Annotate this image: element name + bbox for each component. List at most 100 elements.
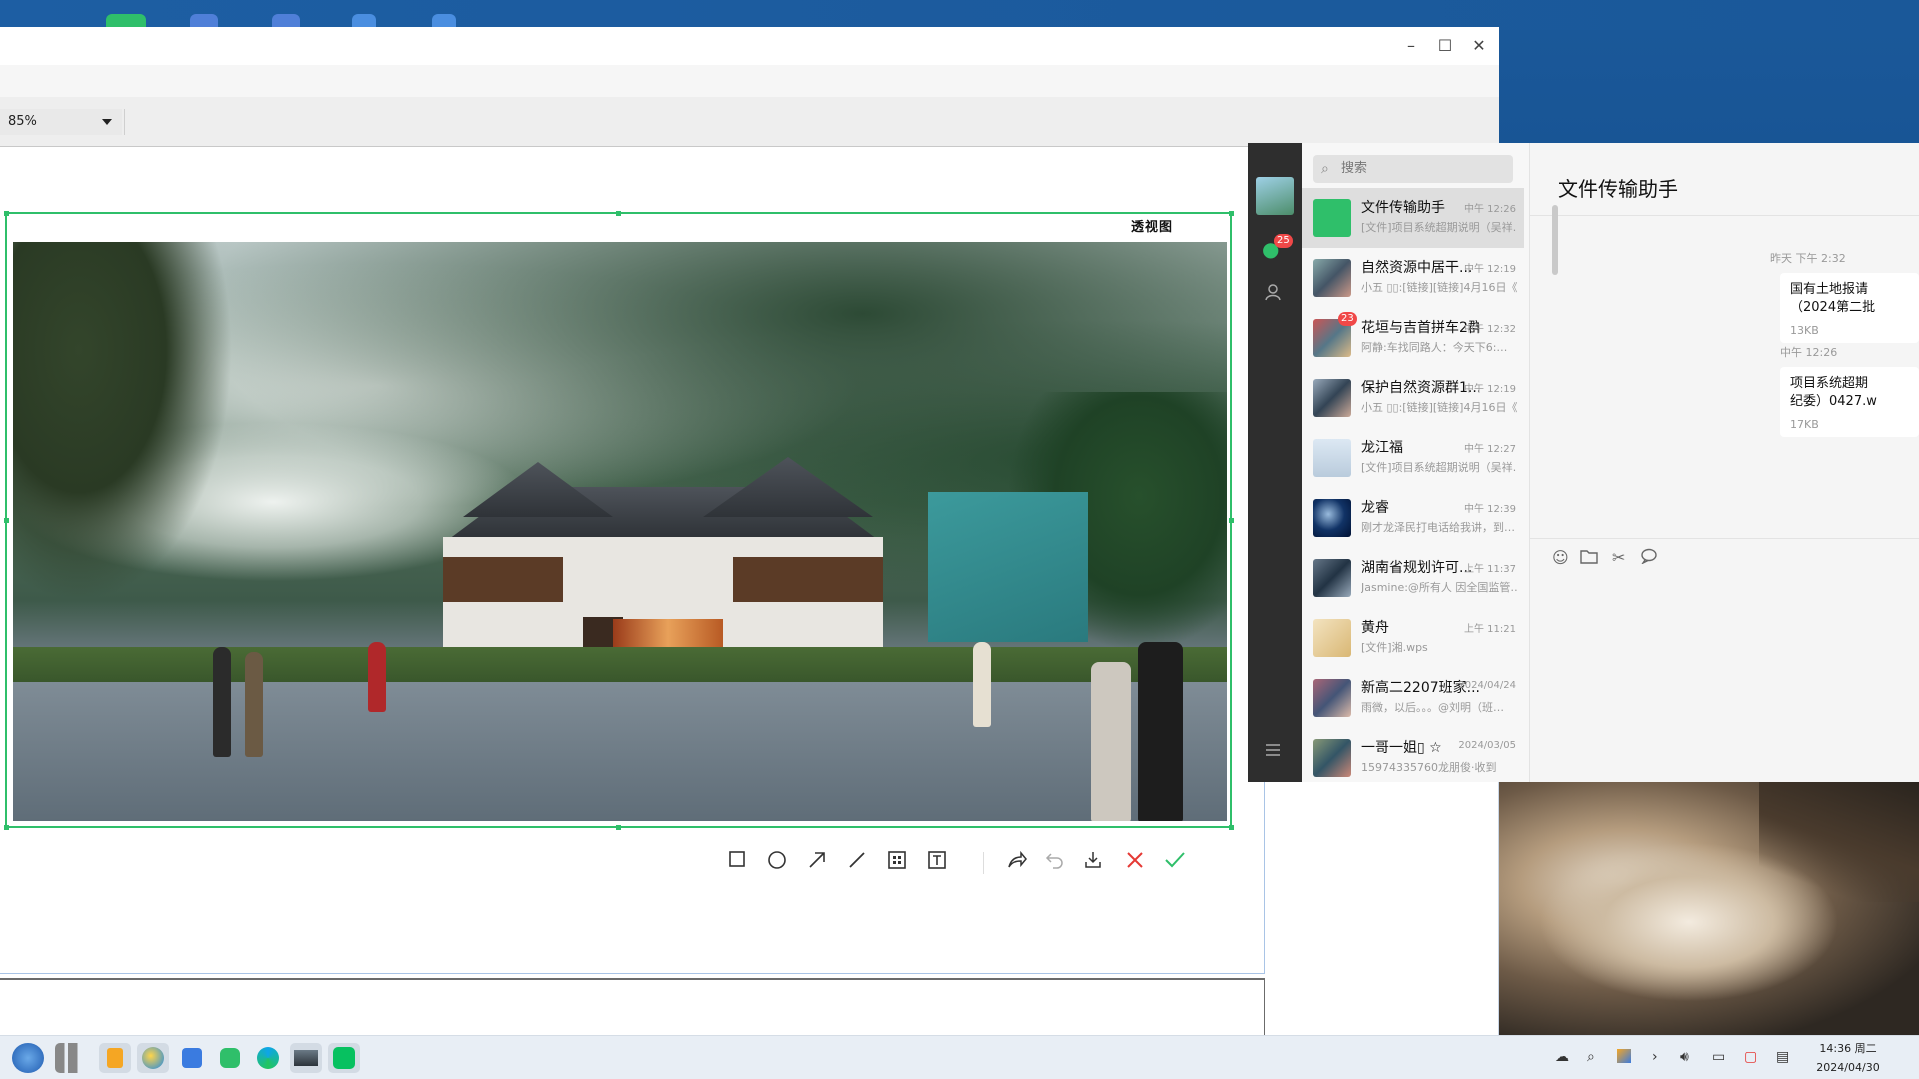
file-size: 13KB [1790, 324, 1819, 337]
group-avatar [1313, 259, 1351, 297]
chat-name: 龙睿 [1361, 500, 1389, 516]
taskbar-app-wechat[interactable] [328, 1043, 360, 1073]
toolbar: 85% [0, 97, 1499, 147]
resize-handle[interactable] [616, 825, 621, 830]
arrow-icon[interactable] [804, 850, 830, 876]
system-clock[interactable]: 14:36 周二 2024/04/30 [1808, 1039, 1888, 1077]
zoom-value: 85% [8, 114, 37, 129]
chat-list: ⌕ 搜索 文件传输助手 中午 12:26 [文件]项目系统超期说明（吴祥… 自然… [1302, 143, 1530, 782]
file-transfer-avatar [1313, 199, 1351, 237]
group-avatar [1313, 559, 1351, 597]
chat-list-item[interactable]: 一哥一姐▯ ☆ 2024/03/05 15974335760龙朋俊·收到 [1302, 728, 1524, 782]
architectural-rendering-image [13, 242, 1227, 821]
chat-preview: 15974335760龙朋俊·收到 [1361, 761, 1497, 774]
taskbar-app-image-viewer[interactable] [290, 1043, 322, 1073]
calendar-icon[interactable]: ▤ [1776, 1049, 1789, 1065]
chat-list-item[interactable]: 黄舟 上午 11:21 [文件]湘.wps [1302, 608, 1524, 668]
file-message[interactable]: 国有土地报请 （2024第二批 13KB [1780, 273, 1919, 343]
network-icon[interactable]: ▭ [1712, 1049, 1725, 1065]
resize-handle[interactable] [1229, 518, 1234, 523]
zoom-select[interactable]: 85% [0, 109, 122, 135]
toolbar-divider [983, 852, 984, 874]
scissors-icon[interactable]: ✂ [1612, 548, 1625, 567]
search-input[interactable]: ⌕ 搜索 [1313, 155, 1513, 183]
chat-list-item[interactable]: 文件传输助手 中午 12:26 [文件]项目系统超期说明（吴祥… [1302, 188, 1524, 248]
save-icon[interactable] [1080, 850, 1106, 876]
taskbar-app-edge[interactable] [252, 1043, 284, 1073]
taskbar-app-wps-writer[interactable] [176, 1043, 208, 1073]
chevron-right-icon[interactable]: › [1652, 1049, 1658, 1065]
chevron-down-icon [102, 119, 112, 125]
chat-preview: Jasmine:@所有人 因全国监管… [1361, 581, 1517, 594]
undo-icon[interactable] [1042, 850, 1068, 876]
chat-time: 中午 12:26 [1464, 204, 1516, 215]
file-message[interactable]: 项目系统超期 纪委）0427.w 17KB [1780, 367, 1919, 437]
scrollbar[interactable] [1552, 205, 1558, 275]
resize-handle[interactable] [1229, 211, 1234, 216]
resize-handle[interactable] [4, 211, 9, 216]
toolbar-divider [124, 109, 125, 135]
chat-time: 中午 12:27 [1464, 444, 1516, 455]
rectangle-icon[interactable] [724, 850, 750, 876]
chat-preview: 雨微，以后。。。@刘明（班… [1361, 701, 1504, 714]
search-placeholder: 搜索 [1341, 161, 1368, 176]
photos-icon[interactable] [1617, 1049, 1631, 1063]
contact-avatar [1313, 499, 1351, 537]
cloud-icon[interactable]: ☁ [1555, 1049, 1569, 1065]
close-button[interactable]: ✕ [1467, 35, 1491, 57]
chat-preview: [文件]湘.wps [1361, 641, 1428, 654]
contact-avatar [1313, 439, 1351, 477]
start-menu-icon[interactable] [12, 1043, 44, 1073]
unread-badge: 25 [1274, 234, 1293, 248]
menu-icon[interactable] [1263, 740, 1287, 764]
volume-icon[interactable]: 🔊︎ [1680, 1049, 1689, 1065]
circle-icon[interactable] [764, 850, 790, 876]
taskbar-app-browser[interactable] [137, 1043, 169, 1073]
chat-list-item[interactable]: 23 花垣与吉首拼车2群 中午 12:32 阿静:车找同路人：今天下6:… [1302, 308, 1524, 368]
chat-name: 保护自然资源群1... [1361, 380, 1479, 396]
chat-list-item[interactable]: 龙江福 中午 12:27 [文件]项目系统超期说明（吴祥… [1302, 428, 1524, 488]
chat-list-item[interactable]: 龙睿 中午 12:39 刚才龙泽民打电话给我讲，到… [1302, 488, 1524, 548]
chat-preview: 刚才龙泽民打电话给我讲，到… [1361, 521, 1515, 534]
message-time: 中午 12:26 [1780, 346, 1838, 359]
chat-list-item[interactable]: 保护自然资源群1... 中午 12:19 小五 ▯▯:[链接][链接]4月16日… [1302, 368, 1524, 428]
resize-handle[interactable] [616, 211, 621, 216]
chat-list-item[interactable]: 新高二2207班家... 2024/04/24 雨微，以后。。。@刘明（班… [1302, 668, 1524, 728]
emoji-icon[interactable]: ☺ [1552, 548, 1569, 567]
annotation-toolbar [699, 836, 1232, 890]
chat-name: 黄舟 [1361, 620, 1389, 636]
task-view-icon[interactable] [55, 1043, 87, 1073]
wechat-sidebar: ● 25 [1248, 143, 1302, 782]
mosaic-icon[interactable] [884, 850, 910, 876]
cancel-icon[interactable] [1122, 850, 1148, 876]
search-icon: ⌕ [1321, 161, 1329, 177]
maximize-button[interactable]: ☐ [1433, 35, 1457, 57]
chat-preview: 小五 ▯▯:[链接][链接]4月16日《… [1361, 281, 1517, 294]
chat-list-item[interactable]: 湖南省规划许可... 上午 11:37 Jasmine:@所有人 因全国监管… [1302, 548, 1524, 608]
share-icon[interactable] [1004, 850, 1030, 876]
chat-name: 自然资源中居干... [1361, 260, 1473, 276]
line-icon[interactable] [844, 850, 870, 876]
chat-list-item[interactable]: 自然资源中居干... 中午 12:19 小五 ▯▯:[链接][链接]4月16日《… [1302, 248, 1524, 308]
chat-time: 2024/03/05 [1458, 740, 1516, 751]
search-icon[interactable]: ⌕ [1587, 1049, 1595, 1065]
text-icon[interactable] [924, 850, 950, 876]
file-name: 国有土地报请 （2024第二批 [1790, 282, 1876, 315]
resize-handle[interactable] [1229, 825, 1234, 830]
notification-icon[interactable]: ▢ [1744, 1049, 1757, 1065]
wechat-window: ● 25 ⌕ 搜索 文件传输助手 中午 12:26 [文件]项目系统超期说明（吴… [1248, 143, 1919, 782]
contacts-icon[interactable] [1263, 281, 1287, 305]
taskbar-app-chat[interactable] [214, 1043, 246, 1073]
resize-handle[interactable] [4, 518, 9, 523]
divider [1530, 538, 1919, 539]
confirm-icon[interactable] [1162, 850, 1188, 876]
taskbar-app-notes[interactable] [99, 1043, 131, 1073]
resize-handle[interactable] [4, 825, 9, 830]
folder-icon[interactable] [1580, 548, 1598, 568]
minimize-button[interactable]: – [1399, 35, 1423, 57]
group-avatar [1313, 679, 1351, 717]
user-avatar[interactable] [1256, 177, 1294, 215]
file-size: 17KB [1790, 418, 1819, 431]
chat-history-icon[interactable] [1640, 548, 1658, 568]
chat-name: 龙江福 [1361, 440, 1403, 456]
